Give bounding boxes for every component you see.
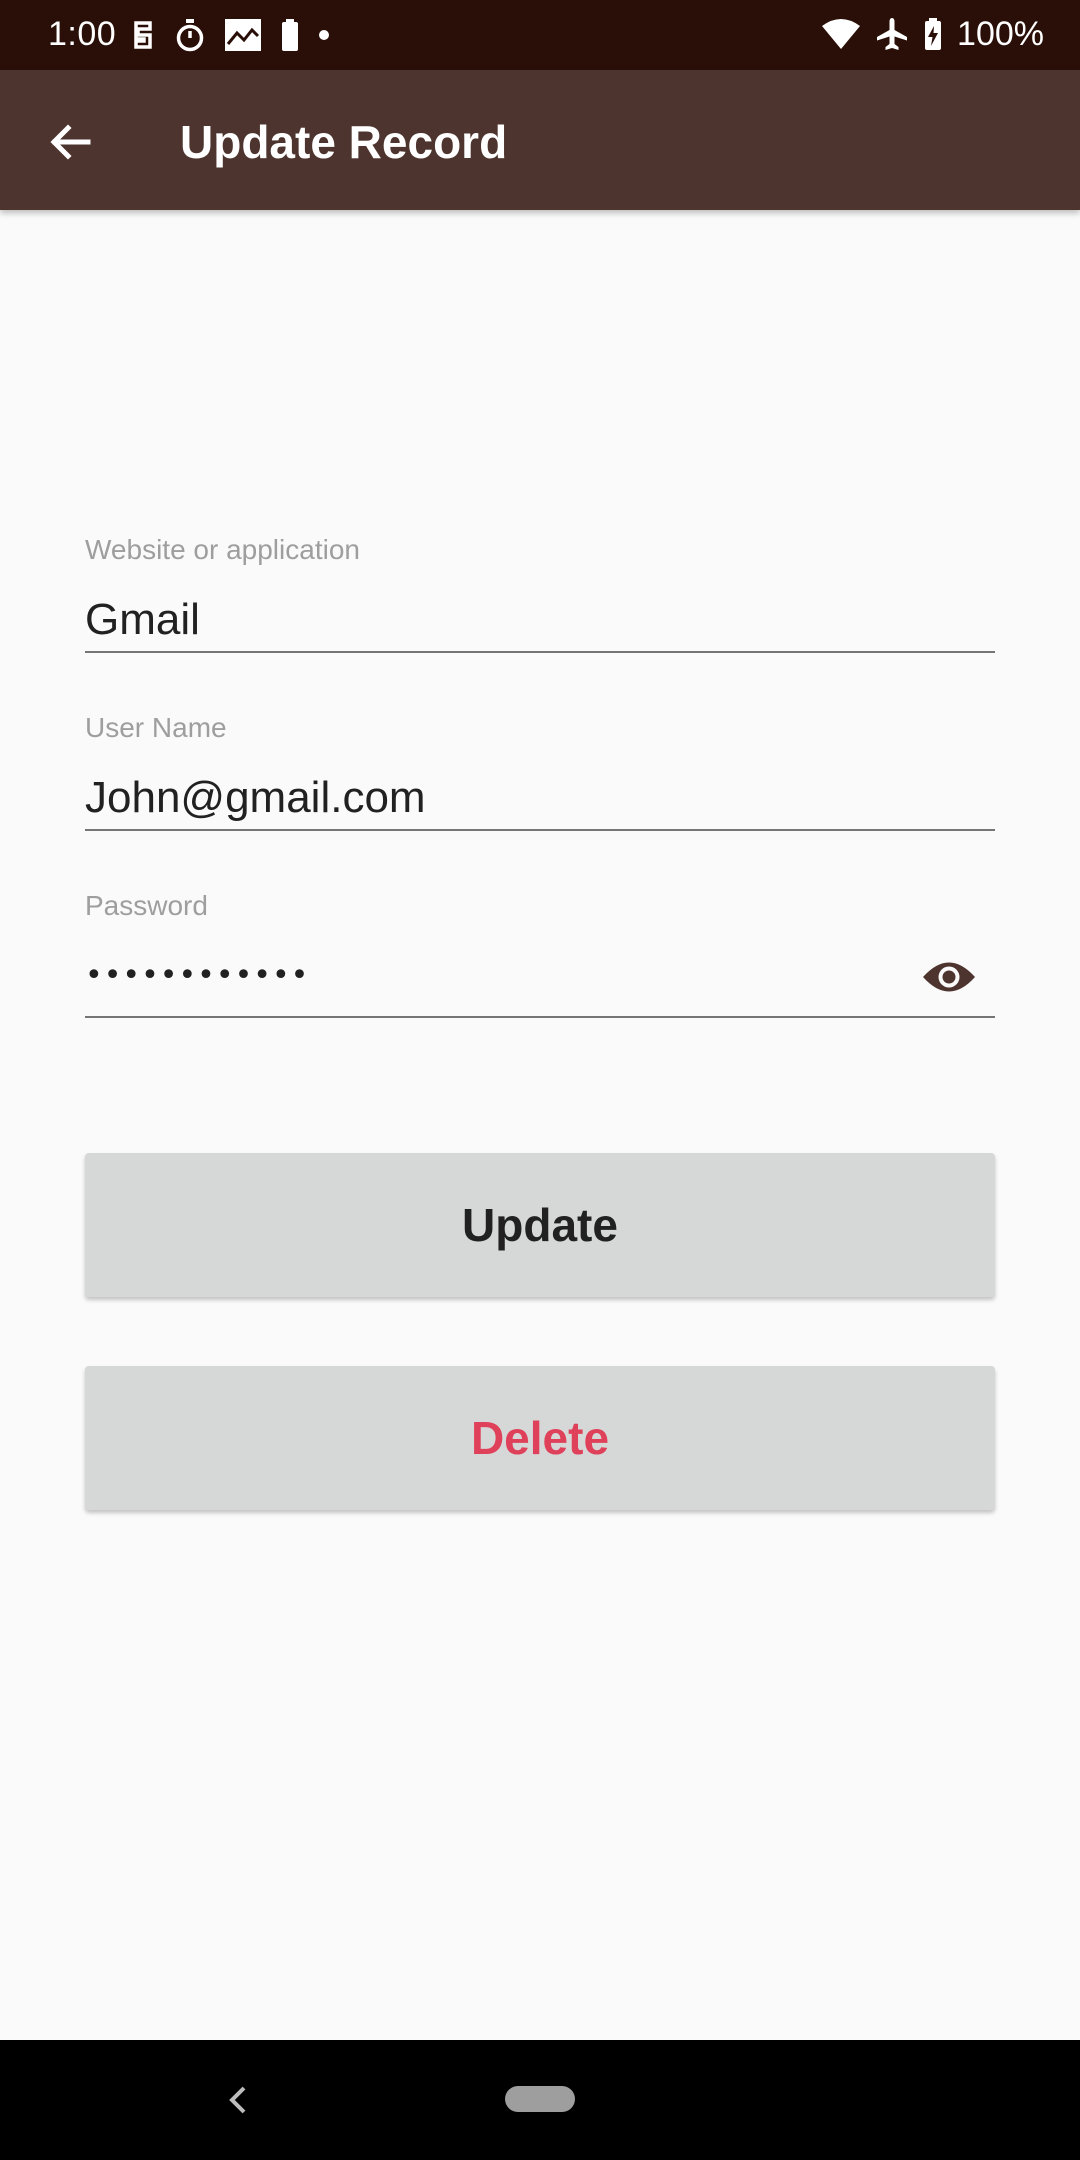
status-system-icons: 100% [821, 14, 1044, 54]
username-input[interactable] [85, 763, 995, 833]
status-time: 1:00 [48, 15, 117, 53]
battery-charging-icon [925, 18, 942, 50]
arrow-back-icon [50, 124, 91, 160]
app-bar: Update Record [0, 70, 1080, 210]
navigation-bar [0, 2040, 1080, 2160]
username-underline [85, 829, 995, 831]
wifi-icon [822, 19, 861, 49]
stopwatch-icon [176, 19, 204, 52]
back-button[interactable] [38, 110, 102, 174]
status-notification-icons [130, 16, 330, 54]
nav-home-pill-icon[interactable] [505, 2086, 575, 2112]
battery-icon [282, 19, 298, 51]
username-field-label: User Name [85, 712, 227, 743]
sim-card-icon [134, 21, 152, 49]
page-title: Update Record [180, 116, 508, 168]
website-field-label: Website or application [85, 534, 360, 565]
username-field: User Name [85, 711, 995, 841]
battery-percentage: 100% [957, 15, 1044, 53]
password-visibility-toggle[interactable] [917, 949, 981, 1005]
delete-button[interactable]: Delete [85, 1366, 995, 1510]
website-underline [85, 651, 995, 653]
website-input[interactable] [85, 585, 995, 655]
update-button[interactable]: Update [85, 1153, 995, 1297]
status-bar: 1:00 100% [0, 0, 1080, 70]
image-icon [225, 19, 261, 51]
eye-icon [923, 962, 975, 992]
password-input[interactable]: •••••••••••• [85, 941, 309, 1011]
password-field: Password •••••••••••• [85, 889, 995, 1019]
password-field-label: Password [85, 890, 208, 921]
dot-icon [319, 30, 329, 40]
password-underline [85, 1016, 995, 1018]
website-field: Website or application [85, 533, 995, 663]
airplane-icon [877, 18, 908, 50]
nav-back-icon[interactable] [218, 2080, 258, 2120]
